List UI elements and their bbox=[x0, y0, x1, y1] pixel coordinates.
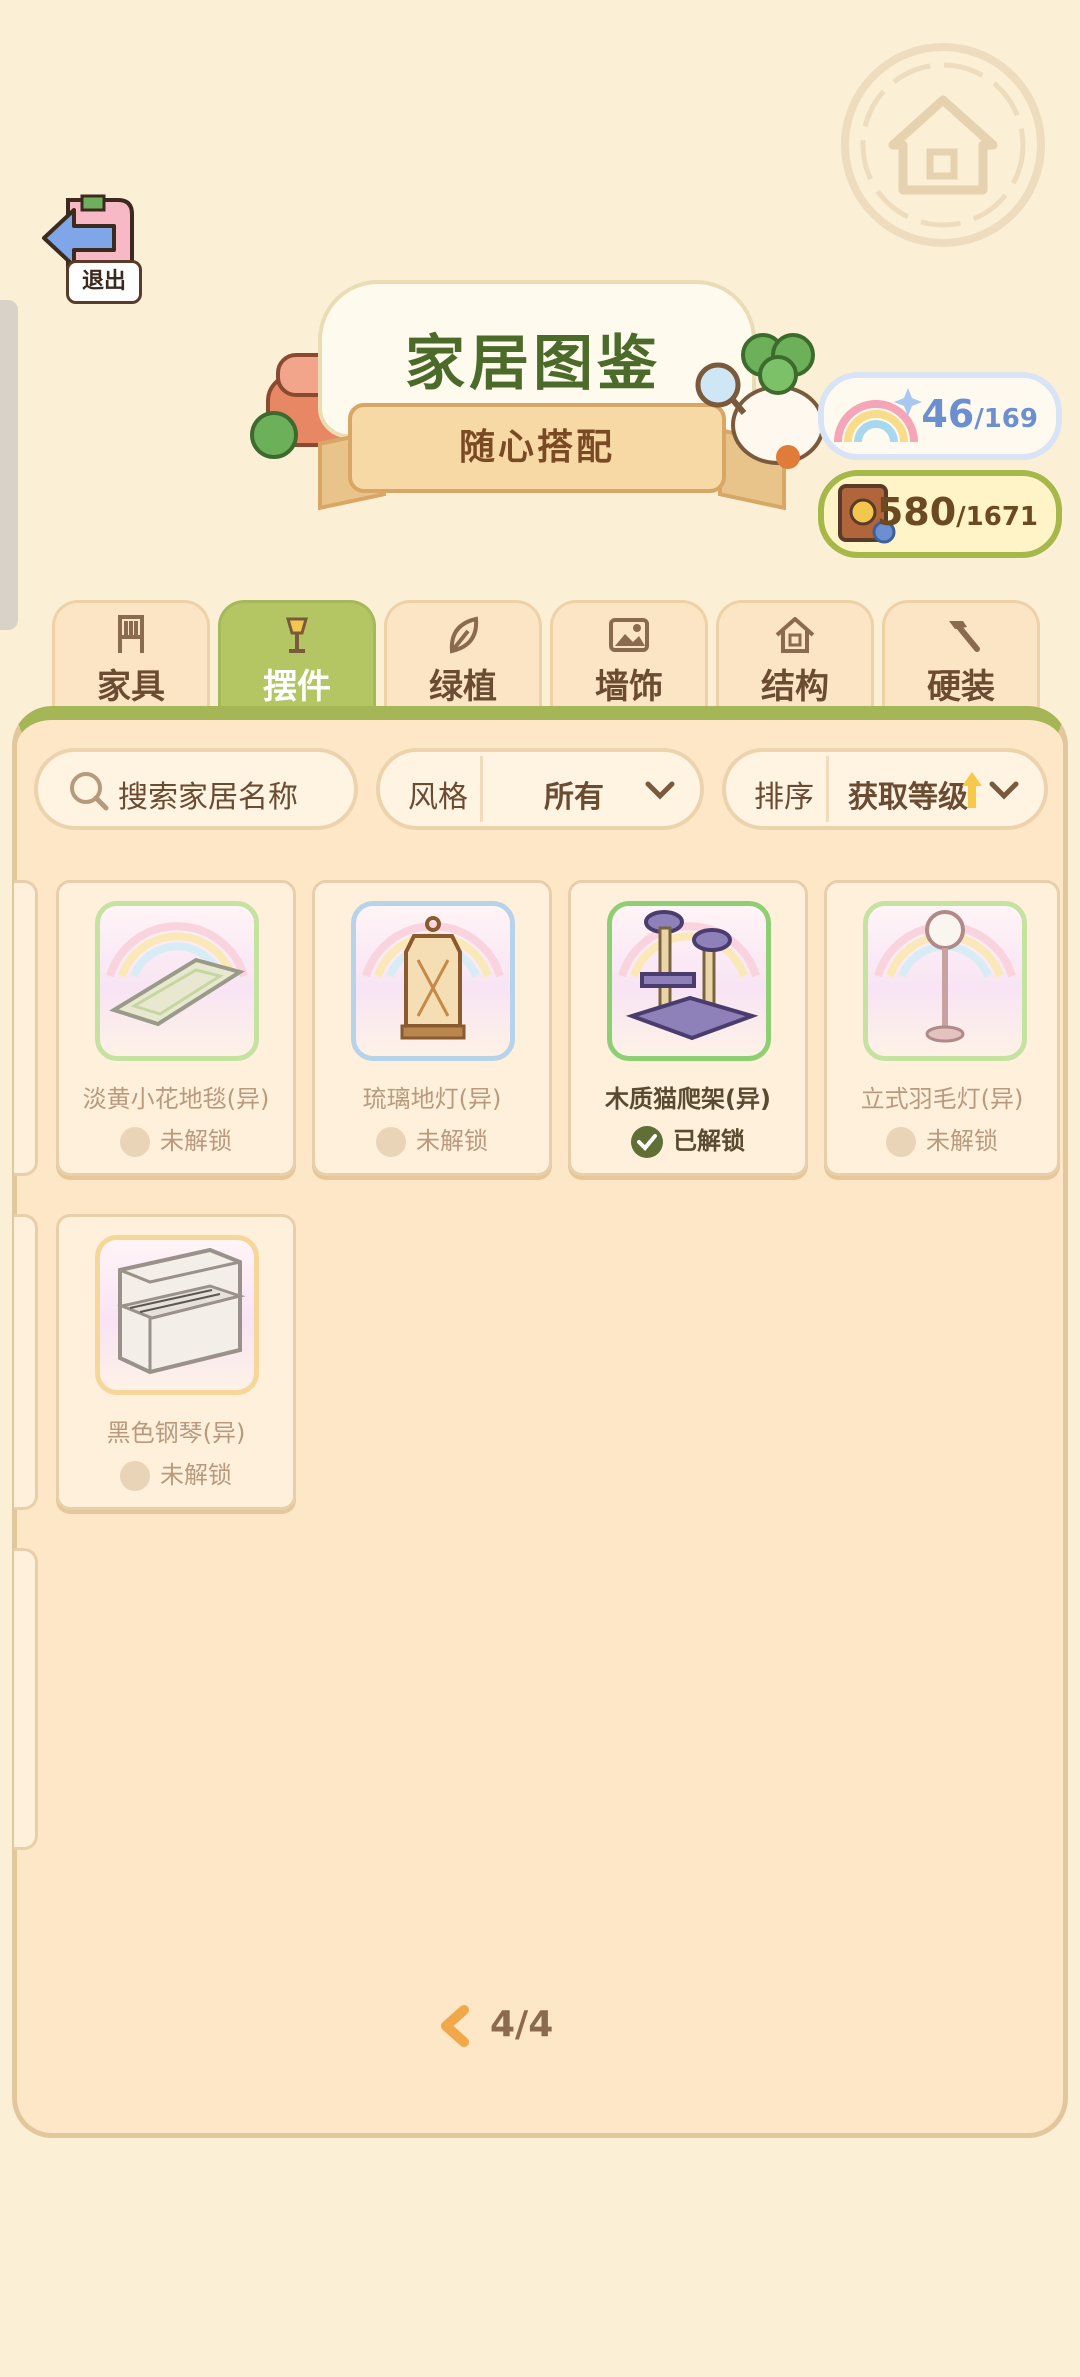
style-filter-dropdown[interactable]: 风格 所有 bbox=[376, 748, 704, 830]
system-edge-handle[interactable] bbox=[0, 300, 18, 630]
item-card[interactable]: 立式羽毛灯(异) 未解锁 bbox=[824, 880, 1060, 1176]
item-thumbnail bbox=[95, 1235, 259, 1395]
search-icon bbox=[70, 772, 109, 811]
search-placeholder: 搜索家居名称 bbox=[118, 780, 298, 815]
locked-dot-icon bbox=[376, 1127, 406, 1157]
item-card[interactable]: 琉璃地灯(异) 未解锁 bbox=[312, 880, 552, 1176]
item-status: 未解锁 bbox=[59, 1121, 293, 1157]
locked-dot-icon bbox=[120, 1461, 150, 1491]
item-status-text: 未解锁 bbox=[160, 1127, 232, 1155]
style-filter-value: 所有 bbox=[544, 780, 604, 815]
chevron-down-icon bbox=[645, 781, 675, 800]
page-title: 家居图鉴 bbox=[405, 329, 661, 399]
divider bbox=[480, 756, 483, 822]
sort-label: 排序 bbox=[754, 780, 814, 815]
page-indicator: 4/4 bbox=[490, 2004, 554, 2045]
title-banner: 家居图鉴 随心搭配 bbox=[248, 275, 848, 535]
card-stub bbox=[14, 1214, 38, 1510]
tab-furniture[interactable]: 家具 bbox=[52, 600, 210, 713]
item-status: 未解锁 bbox=[827, 1121, 1057, 1157]
collection-counter: 46/169 bbox=[818, 372, 1062, 460]
points-counter: 580/1671 bbox=[818, 470, 1062, 558]
item-name: 黑色钢琴(异) bbox=[106, 1419, 246, 1447]
item-name: 立式羽毛灯(异) bbox=[860, 1085, 1024, 1113]
rug-icon bbox=[106, 922, 248, 1027]
chevron-down-icon bbox=[989, 781, 1019, 800]
tab-plants[interactable]: 绿植 bbox=[384, 600, 542, 713]
item-status: 未解锁 bbox=[59, 1455, 293, 1491]
picture-icon bbox=[553, 613, 705, 657]
divider bbox=[826, 756, 829, 822]
locked-dot-icon bbox=[886, 1127, 916, 1157]
cat-tree-icon bbox=[618, 910, 760, 1041]
tab-ornaments[interactable]: 摆件 bbox=[218, 600, 376, 713]
style-filter-label: 风格 bbox=[408, 780, 468, 815]
tab-label: 绿植 bbox=[429, 667, 497, 707]
page-subtitle: 随心搭配 bbox=[348, 403, 726, 493]
item-thumbnail bbox=[95, 901, 259, 1061]
hammer-icon bbox=[885, 613, 1037, 657]
piano-icon bbox=[116, 1247, 246, 1375]
chair-icon bbox=[55, 613, 207, 657]
tab-structure[interactable]: 结构 bbox=[716, 600, 874, 713]
home-icon[interactable] bbox=[838, 40, 1048, 250]
item-thumbnail bbox=[607, 901, 771, 1061]
item-status-text: 未解锁 bbox=[926, 1127, 998, 1155]
collection-total: /169 bbox=[974, 404, 1038, 434]
points-total: /1671 bbox=[956, 502, 1038, 532]
item-card[interactable]: 黑色钢琴(异) 未解锁 bbox=[56, 1214, 296, 1510]
item-name: 木质猫爬架(异) bbox=[605, 1085, 771, 1113]
arrow-up-icon bbox=[962, 772, 982, 808]
check-icon bbox=[631, 1126, 663, 1158]
item-thumbnail bbox=[863, 901, 1027, 1061]
item-status: 未解锁 bbox=[315, 1121, 549, 1157]
tab-label: 硬装 bbox=[927, 667, 995, 707]
item-card[interactable]: 淡黄小花地毯(异) 未解锁 bbox=[56, 880, 296, 1176]
item-status-text: 未解锁 bbox=[160, 1461, 232, 1489]
chevron-left-icon bbox=[441, 2005, 469, 2047]
card-stub bbox=[14, 1548, 38, 1850]
points-count: 580 bbox=[876, 490, 957, 534]
tab-label: 结构 bbox=[761, 667, 829, 707]
prev-page-button[interactable] bbox=[436, 2004, 472, 2048]
house-icon bbox=[719, 613, 871, 657]
collection-count: 46 bbox=[921, 392, 975, 436]
search-input[interactable]: 搜索家居名称 bbox=[34, 748, 358, 830]
exit-label: 退出 bbox=[66, 260, 142, 304]
tab-label: 家具 bbox=[97, 667, 165, 707]
item-thumbnail bbox=[351, 901, 515, 1061]
floor-lamp-icon bbox=[874, 910, 1016, 1043]
locked-dot-icon bbox=[120, 1127, 150, 1157]
item-status-text: 未解锁 bbox=[416, 1127, 488, 1155]
card-stub bbox=[14, 880, 38, 1176]
rainbow-icon bbox=[834, 388, 922, 443]
sort-dropdown[interactable]: 排序 获取等级 bbox=[722, 748, 1048, 830]
tab-label: 墙饰 bbox=[595, 667, 663, 707]
sort-value: 获取等级 bbox=[848, 780, 968, 815]
item-name: 淡黄小花地毯(异) bbox=[82, 1085, 270, 1113]
item-name: 琉璃地灯(异) bbox=[362, 1085, 502, 1113]
item-status: 已解锁 bbox=[571, 1121, 805, 1158]
tab-wall-decor[interactable]: 墙饰 bbox=[550, 600, 708, 713]
exit-button[interactable]: 退出 bbox=[38, 190, 144, 308]
leaf-icon bbox=[387, 613, 539, 657]
tab-hard-decor[interactable]: 硬装 bbox=[882, 600, 1040, 713]
tab-label: 摆件 bbox=[263, 667, 331, 707]
mascot-icon bbox=[695, 333, 825, 469]
lamp-icon bbox=[221, 613, 373, 657]
item-status-text: 已解锁 bbox=[673, 1127, 745, 1155]
item-card[interactable]: 木质猫爬架(异) 已解锁 bbox=[568, 880, 808, 1176]
lantern-icon bbox=[362, 916, 504, 1040]
